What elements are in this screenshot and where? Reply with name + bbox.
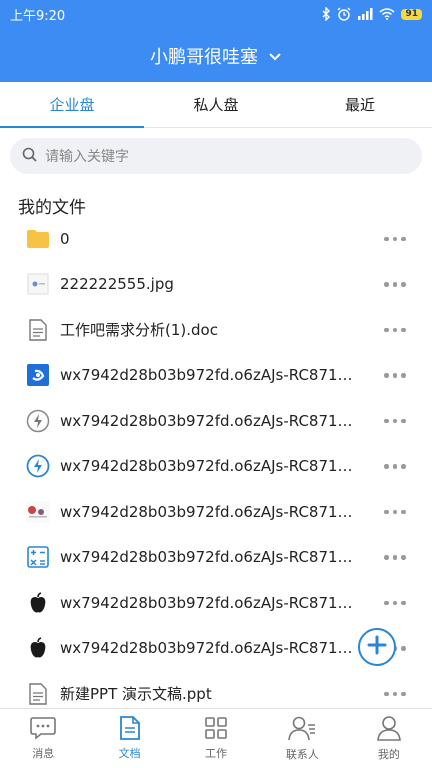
more-icon[interactable] — [382, 279, 408, 289]
search-icon — [22, 147, 37, 166]
list-item[interactable]: wx7942d28b03b972fd.o6zAJs-RC871ElgbNbbs — [0, 580, 432, 626]
document-nav-icon — [119, 716, 141, 743]
file-name: wx7942d28b03b972fd.o6zAJs-RC871ElgbNbbs — [60, 548, 362, 567]
add-button[interactable] — [358, 628, 396, 666]
nav-label: 文档 — [118, 747, 141, 760]
more-icon[interactable] — [382, 416, 408, 426]
file-name: wx7942d28b03b972fd.o6zAJs-RC871ElgbNbbs — [60, 593, 362, 612]
nav-label: 消息 — [32, 747, 55, 760]
list-item[interactable]: wx7942d28b03b972fd.o6zAJs-RC871ElgbNbbs — [0, 353, 432, 399]
search-input[interactable]: 请输入关键字 — [10, 138, 422, 174]
tab-label: 私人盘 — [193, 96, 239, 114]
contacts-icon — [288, 715, 316, 744]
folder-icon — [26, 227, 50, 251]
document-icon — [26, 682, 50, 706]
workspace-switcher[interactable]: 小鹏哥很哇塞 — [0, 40, 432, 72]
file-name: wx7942d28b03b972fd.o6zAJs-RC871ElgbNbbs — [60, 457, 362, 476]
document-icon — [26, 318, 50, 342]
nav-item-documents[interactable]: 文档 — [86, 709, 172, 768]
tab-recent[interactable]: 最近 — [288, 82, 432, 127]
more-icon[interactable] — [382, 461, 408, 471]
bottom-nav: 消息 文档 工作 联系人 我的 — [0, 708, 432, 768]
status-icons: 91 — [321, 7, 422, 21]
nav-item-work[interactable]: 工作 — [173, 709, 259, 768]
more-icon[interactable] — [382, 689, 408, 699]
file-name: 新建PPT 演示文稿.ppt — [60, 685, 212, 704]
message-icon — [30, 716, 57, 743]
lightning-blue-icon — [26, 454, 50, 478]
file-name: 工作吧需求分析(1).doc — [60, 321, 218, 340]
list-item[interactable]: wx7942d28b03b972fd.o6zAJs-RC871ElgbNbbs — [0, 535, 432, 581]
nav-label: 工作 — [205, 747, 228, 760]
nav-item-messages[interactable]: 消息 — [0, 709, 86, 768]
nav-item-contacts[interactable]: 联系人 — [259, 709, 345, 768]
search-placeholder: 请输入关键字 — [45, 149, 129, 165]
more-icon[interactable] — [382, 325, 408, 335]
page-title: 小鹏哥很哇塞 — [150, 47, 258, 68]
battery-icon: 91 — [401, 8, 422, 20]
list-item[interactable]: 工作吧需求分析(1).doc — [0, 307, 432, 353]
tab-label: 企业盘 — [49, 96, 95, 114]
signal-icon — [357, 8, 373, 20]
grid-icon — [204, 716, 228, 743]
file-name: wx7942d28b03b972fd.o6zAJs-RC871ElgbNbbs — [60, 366, 362, 385]
image-thumbnail-icon — [26, 272, 50, 296]
app-logo-icon — [26, 363, 50, 387]
more-icon[interactable] — [382, 598, 408, 608]
file-name: wx7942d28b03b972fd.o6zAJs-RC871ElgbNbbs — [60, 639, 362, 658]
file-name: wx7942d28b03b972fd.o6zAJs-RC871ElgbNbbs — [60, 502, 362, 521]
nav-label: 我的 — [377, 748, 400, 761]
file-name: 222222555.jpg — [60, 275, 174, 294]
status-time: 上午9:20 — [10, 8, 66, 24]
alarm-icon — [337, 7, 351, 21]
section-title: 我的文件 — [18, 198, 86, 218]
list-item[interactable]: wx7942d28b03b972fd.o6zAJs-RC871ElgbNbbs — [0, 398, 432, 444]
nav-item-profile[interactable]: 我的 — [346, 709, 432, 768]
wifi-icon — [379, 8, 395, 20]
status-bar: 上午9:20 91 — [0, 0, 432, 28]
list-item[interactable]: wx7942d28b03b972fd.o6zAJs-RC871ElgbNbbs — [0, 444, 432, 490]
list-item[interactable]: 222222555.jpg — [0, 262, 432, 308]
apple-icon — [26, 591, 50, 615]
app-header: 上午9:20 91 小鹏哥很哇塞 — [0, 0, 432, 82]
file-name: wx7942d28b03b972fd.o6zAJs-RC871ElgbNbbs — [60, 411, 362, 430]
list-item[interactable]: wx7942d28b03b972fd.o6zAJs-RC871ElgbNbbs — [0, 489, 432, 535]
file-name: 0 — [60, 229, 70, 248]
image-thumbnail-icon — [26, 500, 50, 524]
apple-icon — [26, 636, 50, 660]
more-icon[interactable] — [382, 552, 408, 562]
chevron-down-icon — [268, 46, 282, 67]
more-icon[interactable] — [382, 370, 408, 380]
bluetooth-icon — [321, 7, 331, 21]
tab-bar: 企业盘 私人盘 最近 — [0, 82, 432, 128]
profile-icon — [376, 715, 402, 744]
more-icon[interactable] — [382, 507, 408, 517]
tab-enterprise-drive[interactable]: 企业盘 — [0, 82, 144, 128]
plus-icon — [367, 635, 387, 659]
list-item[interactable]: 0 — [0, 216, 432, 262]
lightning-outline-icon — [26, 409, 50, 433]
more-icon[interactable] — [382, 234, 408, 244]
calculator-icon — [26, 545, 50, 569]
nav-label: 联系人 — [285, 748, 319, 761]
tab-private-drive[interactable]: 私人盘 — [144, 82, 288, 127]
tab-label: 最近 — [344, 96, 375, 114]
